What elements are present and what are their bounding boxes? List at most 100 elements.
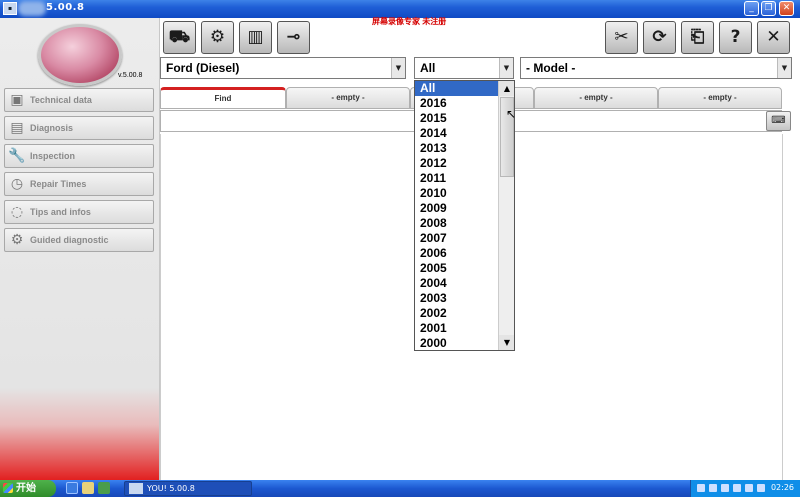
left-panel: v.5.00.8 ▣ Technical data ▤ Diagnosis 🔧 … (0, 18, 160, 480)
folder-icon[interactable] (82, 482, 94, 494)
year-dropdown-list[interactable]: All 2016 2015 2014 2013 2012 2011 2010 2009 2008 2… (414, 80, 515, 351)
year-option[interactable]: 2012 (415, 156, 498, 171)
taskbar: 开始 YOU! 5.00.8 02:26 (0, 480, 800, 497)
year-option[interactable]: All (415, 81, 498, 96)
lightbulb-icon: ◌ (10, 204, 24, 220)
scroll-up-icon[interactable]: ▲ (499, 81, 514, 96)
minimize-button[interactable]: _ (744, 1, 759, 16)
taskbar-item-label: YOU! 5.00.8 (147, 484, 195, 493)
year-option[interactable]: 2003 (415, 291, 498, 306)
tray-icon[interactable] (697, 484, 705, 492)
tray-icon[interactable] (709, 484, 717, 492)
engine-icon: ⚙ (209, 27, 226, 47)
clock-icon: ◷ (10, 176, 24, 192)
make-select[interactable]: Ford (Diesel) ▼ (160, 57, 406, 79)
make-select-value: Ford (Diesel) (166, 61, 240, 75)
year-option[interactable]: 2001 (415, 321, 498, 336)
system-tray: 02:26 (690, 480, 800, 497)
sidebar-item-label: Repair Times (30, 179, 87, 189)
taskbar-item-app[interactable]: YOU! 5.00.8 (124, 481, 252, 496)
year-select[interactable]: All ▼ (414, 57, 514, 79)
sidebar-item-technical-data[interactable]: ▣ Technical data (4, 88, 154, 112)
car-icon: ▣ (10, 92, 24, 108)
version-label: v.5.00.8 (118, 72, 143, 79)
sidebar-item-repair-times[interactable]: ◷ Repair Times (4, 172, 154, 196)
sidebar-item-guided-diagnostic[interactable]: ⚙ Guided diagnostic (4, 228, 154, 252)
sync-button[interactable]: ⟳ (643, 21, 676, 54)
car-group-icon: ⛟ (168, 27, 191, 47)
tab-find[interactable]: Find (160, 87, 286, 109)
year-option[interactable]: 2011 (415, 171, 498, 186)
tab-empty-4[interactable]: - empty - (658, 87, 782, 109)
battery-button[interactable]: ▥ (239, 21, 272, 54)
model-select-value: - Model - (526, 61, 576, 75)
year-option[interactable]: 2007 (415, 231, 498, 246)
sidebar-item-diagnosis[interactable]: ▤ Diagnosis (4, 116, 154, 140)
chevron-down-icon[interactable]: ▼ (499, 58, 513, 78)
connector-button[interactable]: ⊸ (277, 21, 310, 54)
start-button[interactable]: 开始 (0, 480, 56, 497)
year-option[interactable]: 2002 (415, 306, 498, 321)
tray-icon[interactable] (721, 484, 729, 492)
media-icon[interactable] (98, 482, 110, 494)
year-option[interactable]: 2016 (415, 96, 498, 111)
chevron-down-icon[interactable]: ▼ (391, 58, 405, 78)
close-icon: ✕ (766, 27, 781, 47)
keyboard-button[interactable]: ⌨ (766, 111, 791, 131)
scroll-down-icon[interactable]: ▼ (499, 335, 514, 350)
tray-icon[interactable] (733, 484, 741, 492)
sidebar-item-label: Tips and infos (30, 207, 91, 217)
year-option[interactable]: 2014 (415, 126, 498, 141)
start-label: 开始 (16, 483, 36, 494)
year-option[interactable]: 2009 (415, 201, 498, 216)
sidebar-item-label: Inspection (30, 151, 76, 161)
help-button[interactable]: ? (719, 21, 752, 54)
windows-flag-icon (3, 483, 13, 493)
sidebar-item-label: Guided diagnostic (30, 235, 109, 245)
window-close-button[interactable]: ✕ (779, 1, 794, 16)
year-option[interactable]: 2013 (415, 141, 498, 156)
year-option[interactable]: 2010 (415, 186, 498, 201)
year-select-value: All (420, 61, 436, 75)
window-title: 5.00.8 (46, 2, 85, 13)
volume-icon[interactable] (745, 484, 753, 492)
sidebar-item-label: Diagnosis (30, 123, 74, 133)
tab-empty-1[interactable]: - empty - (286, 87, 410, 109)
blurred-title-area (18, 1, 46, 16)
battery-icon: ▥ (247, 27, 264, 47)
connector-icon: ⊸ (286, 27, 301, 47)
year-option[interactable]: 2004 (415, 276, 498, 291)
gift-button[interactable]: ⎗ (681, 21, 714, 54)
year-option[interactable]: 2000 (415, 336, 498, 350)
year-option[interactable]: 2015 (415, 111, 498, 126)
tools-button[interactable]: ✂ (605, 21, 638, 54)
sync-icon: ⟳ (652, 27, 667, 47)
model-select[interactable]: - Model - ▼ (520, 57, 792, 79)
gift-icon: ⎗ (690, 27, 705, 47)
network-icon[interactable] (757, 484, 765, 492)
help-icon: ? (730, 27, 741, 47)
close-button[interactable]: ✕ (757, 21, 790, 54)
sidebar-item-tips-and-infos[interactable]: ◌ Tips and infos (4, 200, 154, 224)
year-option[interactable]: 2006 (415, 246, 498, 261)
sidebar-item-inspection[interactable]: 🔧 Inspection (4, 144, 154, 168)
year-options: All 2016 2015 2014 2013 2012 2011 2010 2009 2008 2… (415, 81, 498, 350)
app-icon (129, 483, 143, 494)
dropdown-scrollbar[interactable]: ▲ ▼ (498, 81, 514, 350)
diagnosis-icon: ▤ (10, 120, 24, 136)
ie-icon[interactable] (66, 482, 78, 494)
watermark-notice: 屏幕录像专家 未注册 (372, 17, 447, 26)
keyboard-icon: ⌨ (771, 115, 786, 126)
engine-button[interactable]: ⚙ (201, 21, 234, 54)
wrench-icon: 🔧 (8, 148, 26, 164)
tab-empty-3[interactable]: - empty - (534, 87, 658, 109)
car-group-button[interactable]: ⛟ (163, 21, 196, 54)
year-option[interactable]: 2005 (415, 261, 498, 276)
content-divider (782, 134, 783, 480)
chevron-down-icon[interactable]: ▼ (777, 58, 791, 78)
guided-diagnostic-icon: ⚙ (10, 232, 24, 248)
year-option[interactable]: 2008 (415, 216, 498, 231)
restore-button[interactable]: ❐ (761, 1, 776, 16)
clock: 02:26 (770, 483, 794, 492)
sidebar-item-label: Technical data (30, 95, 92, 105)
